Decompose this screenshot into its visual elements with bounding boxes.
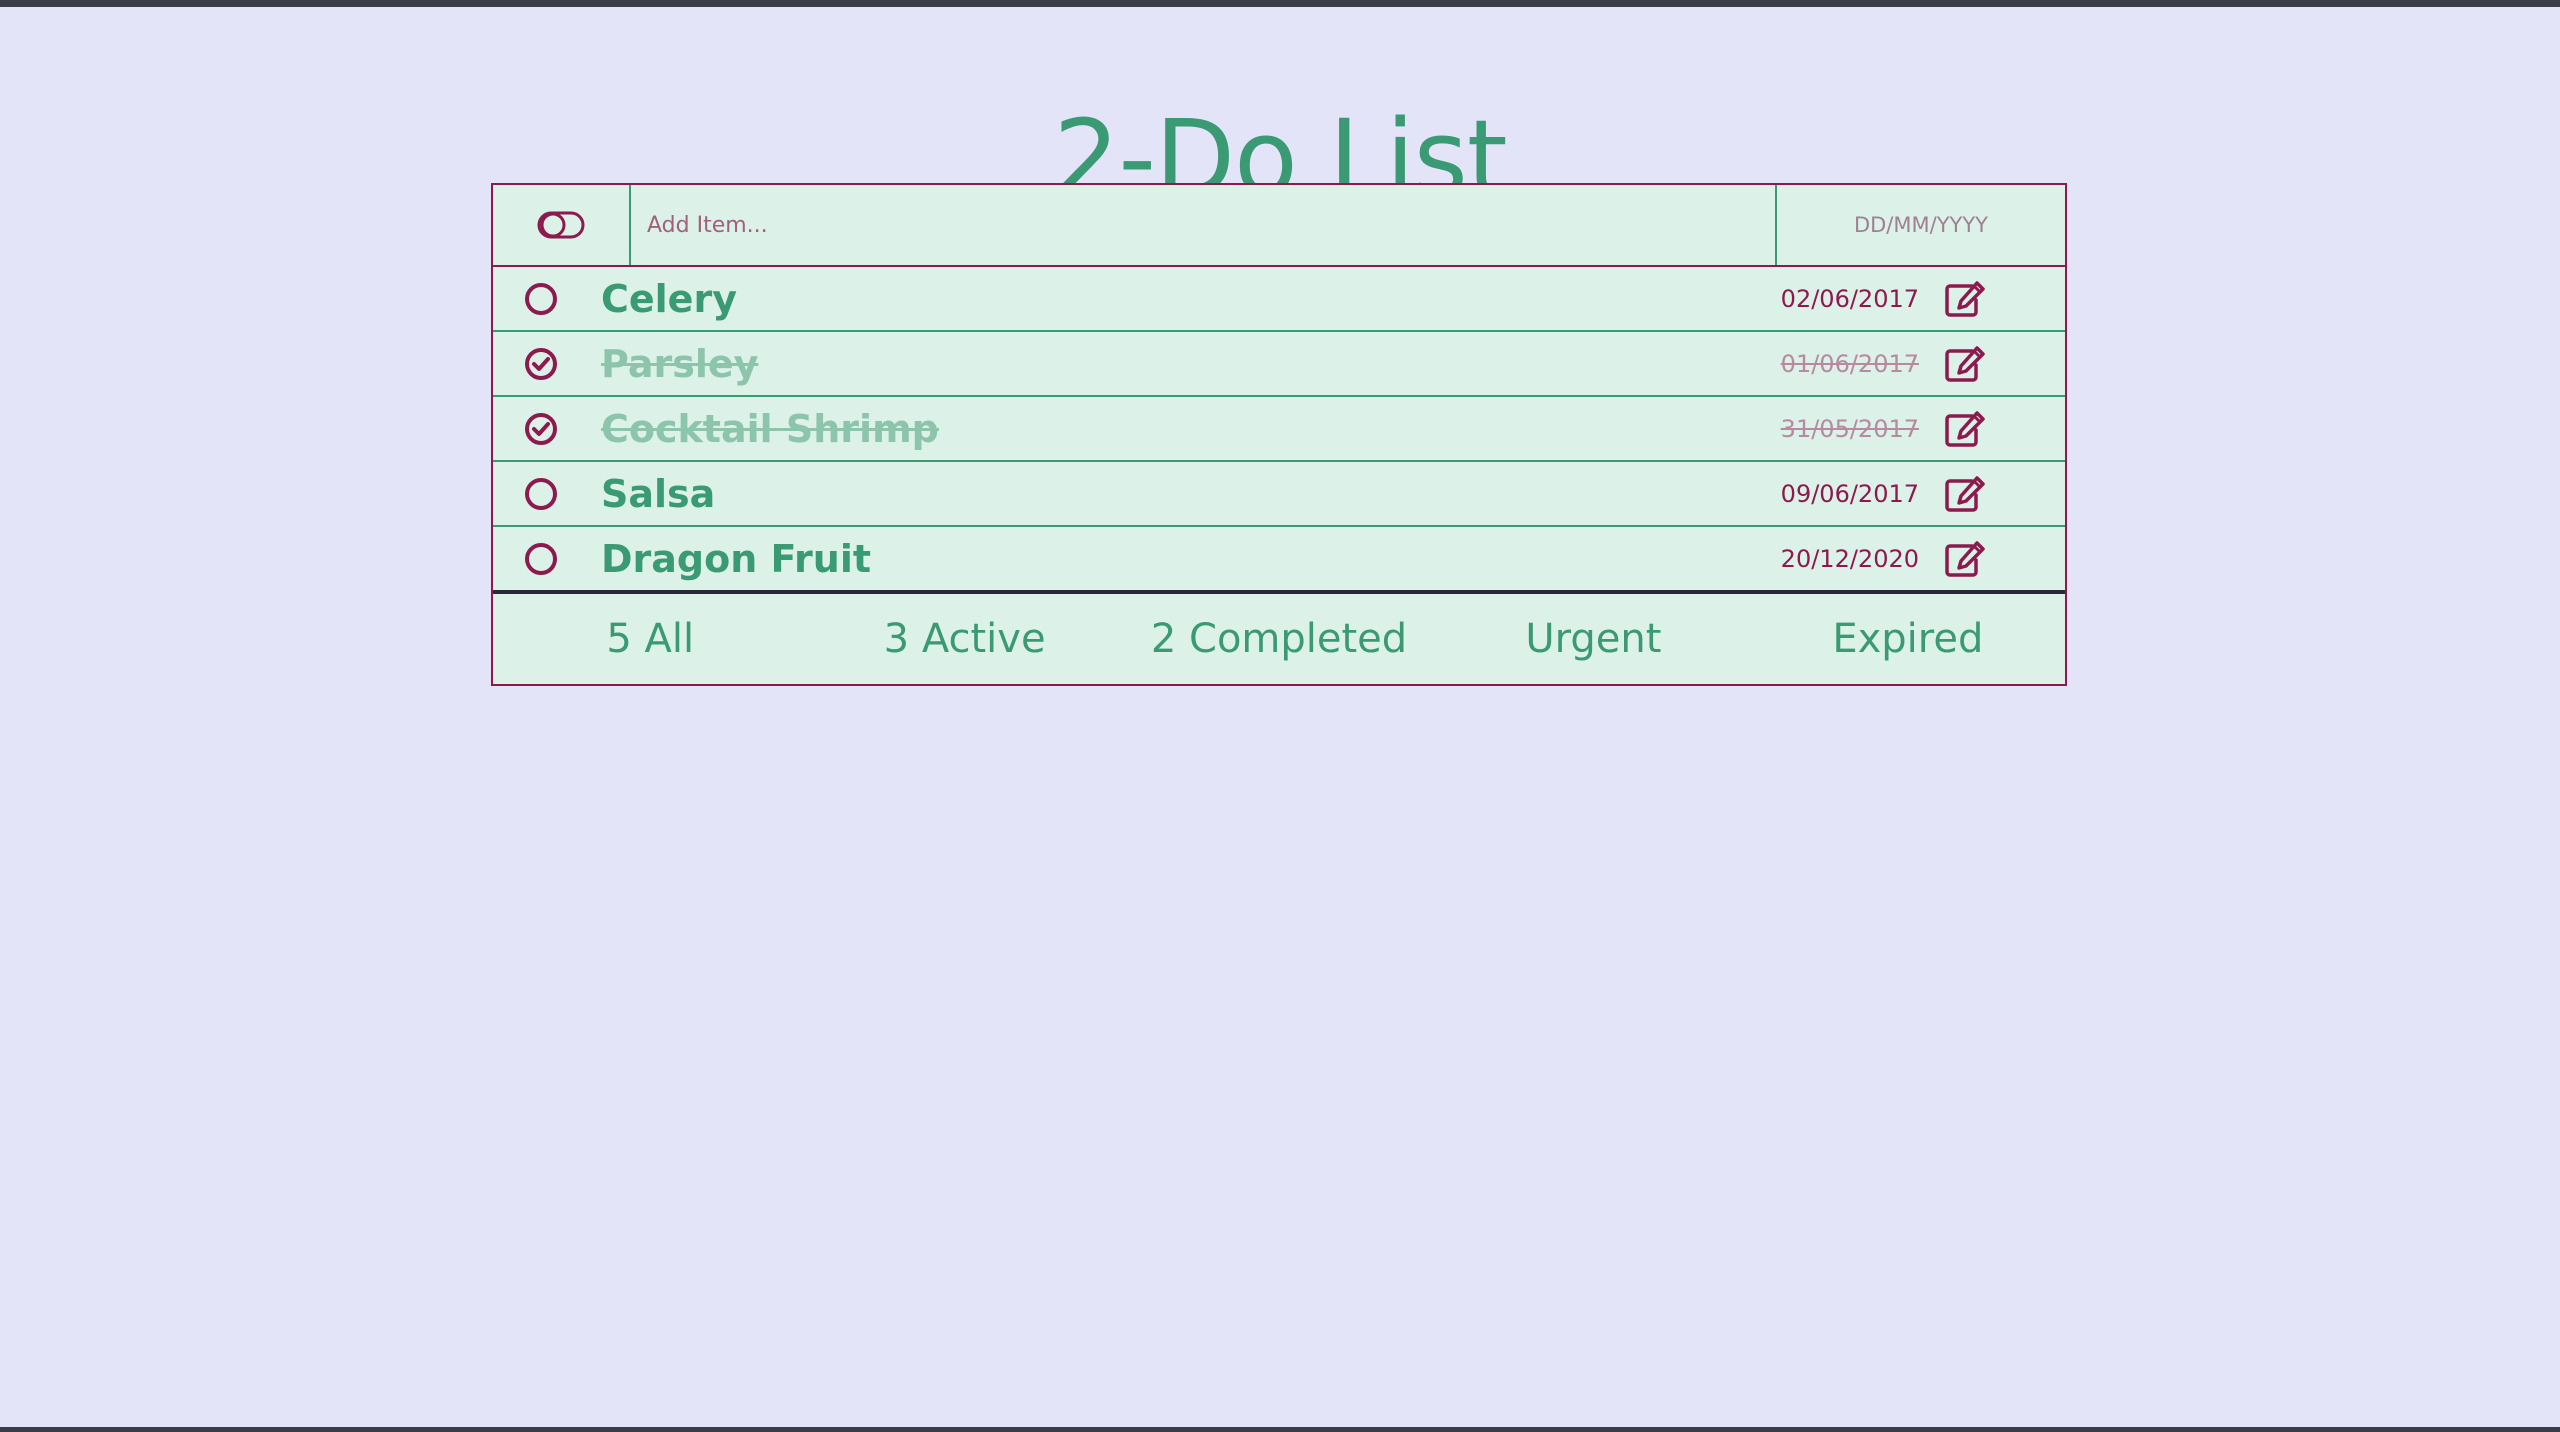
circle-icon[interactable] (521, 539, 561, 579)
check-circle-icon[interactable] (521, 409, 561, 449)
toggle-all-button[interactable] (493, 185, 631, 265)
filter-expired[interactable]: Expired (1751, 616, 2065, 662)
circle-icon[interactable] (521, 279, 561, 319)
list-item: Salsa 09/06/2017 (493, 462, 2065, 527)
list-item: Cocktail Shrimp 31/05/2017 (493, 397, 2065, 462)
add-item-row (493, 185, 2065, 267)
list-item: Parsley 01/06/2017 (493, 332, 2065, 397)
item-label: Celery (601, 276, 737, 321)
edit-icon[interactable] (1943, 409, 1987, 449)
check-circle-icon[interactable] (521, 344, 561, 384)
window-top-bar (0, 0, 2560, 7)
filter-urgent[interactable]: Urgent (1436, 616, 1750, 662)
list-item: Dragon Fruit 20/12/2020 (493, 527, 2065, 592)
item-date: 31/05/2017 (1780, 414, 1919, 443)
filter-all[interactable]: 5 All (493, 616, 807, 662)
edit-icon[interactable] (1943, 539, 1987, 579)
item-label: Cocktail Shrimp (601, 406, 939, 451)
filter-completed[interactable]: 2 Completed (1122, 616, 1436, 662)
item-label: Parsley (601, 341, 759, 386)
item-date: 09/06/2017 (1780, 479, 1919, 508)
item-date: 01/06/2017 (1780, 349, 1919, 378)
item-label: Salsa (601, 471, 716, 516)
filter-bar: 5 All 3 Active 2 Completed Urgent Expire… (493, 592, 2065, 684)
window-bottom-bar (0, 1427, 2560, 1432)
todo-list: Celery 02/06/2017 Parsley 01/06/2017 Cocktai… (493, 267, 2065, 592)
edit-icon[interactable] (1943, 344, 1987, 384)
item-date: 20/12/2020 (1780, 544, 1919, 573)
due-date-input[interactable] (1777, 185, 2065, 265)
list-item: Celery 02/06/2017 (493, 267, 2065, 332)
filter-active[interactable]: 3 Active (807, 616, 1121, 662)
todo-panel: Celery 02/06/2017 Parsley 01/06/2017 Cocktai… (491, 183, 2067, 686)
add-item-input[interactable] (631, 185, 1777, 265)
toggle-all-icon (537, 211, 585, 239)
circle-icon[interactable] (521, 474, 561, 514)
edit-icon[interactable] (1943, 474, 1987, 514)
item-date: 02/06/2017 (1780, 284, 1919, 313)
edit-icon[interactable] (1943, 279, 1987, 319)
item-label: Dragon Fruit (601, 536, 872, 581)
